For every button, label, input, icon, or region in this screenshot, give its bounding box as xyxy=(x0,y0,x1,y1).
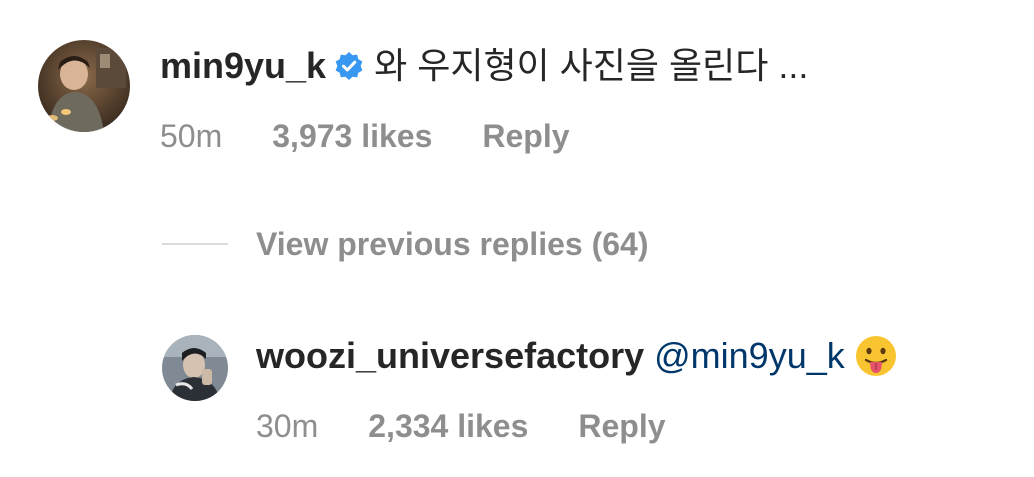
avatar-woozi-universefactory[interactable] xyxy=(162,335,228,401)
reply-username[interactable]: woozi_universefactory xyxy=(256,335,644,376)
replies-divider xyxy=(162,243,228,245)
comment-username[interactable]: min9yu_k xyxy=(160,45,326,86)
tongue-emoji-icon xyxy=(855,335,897,387)
reply-line: woozi_universefactory @min9yu_k xyxy=(256,334,897,387)
reply-likes[interactable]: 2,334 likes xyxy=(368,408,528,444)
comment-line: min9yu_k 와 우지형이 사진을 올린다 ... xyxy=(160,44,808,91)
reply-meta: 30m 2,334 likes Reply xyxy=(256,406,666,446)
verified-badge-icon xyxy=(334,47,364,91)
reply-button[interactable]: Reply xyxy=(482,118,569,154)
reply-reply-button[interactable]: Reply xyxy=(578,408,665,444)
comment-meta: 50m 3,973 likes Reply xyxy=(160,116,570,156)
comment-likes[interactable]: 3,973 likes xyxy=(272,118,432,154)
reply-mention-link[interactable]: @min9yu_k xyxy=(654,335,845,376)
reply-timestamp: 30m xyxy=(256,408,319,444)
comment-text: 와 우지형이 사진을 올린다 ... xyxy=(374,45,809,86)
avatar-min9yu-k[interactable] xyxy=(38,40,130,132)
comment-timestamp: 50m xyxy=(160,118,223,154)
view-previous-replies-button[interactable]: View previous replies (64) xyxy=(162,224,648,264)
view-previous-replies-label: View previous replies (64) xyxy=(256,226,649,262)
